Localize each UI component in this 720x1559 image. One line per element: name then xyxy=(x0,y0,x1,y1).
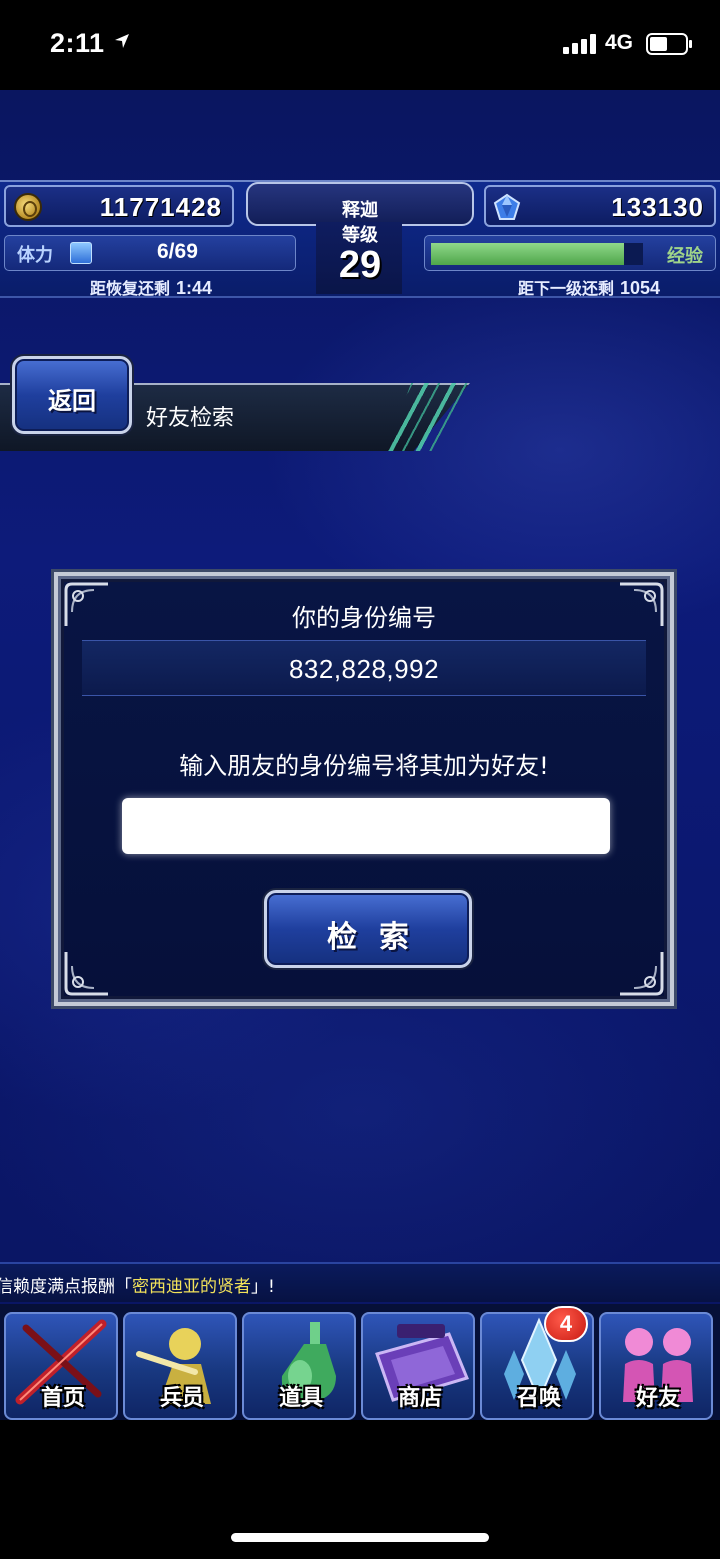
exp-label: 经验 xyxy=(667,246,703,267)
nav-item-units[interactable]: 兵员 xyxy=(123,1312,237,1420)
nav-label-home: 首页 xyxy=(40,1386,85,1411)
home-indicator[interactable] xyxy=(231,1533,489,1542)
your-id-row: 832,828,992 xyxy=(82,640,646,696)
stamina-label: 体力 xyxy=(17,245,53,266)
ticker-suffix: 」! xyxy=(251,1277,275,1297)
gem-counter: 133130 xyxy=(484,185,716,227)
friend-id-prompt: 输入朋友的身份编号将其加为好友! xyxy=(179,752,549,780)
gil-value: 11771428 xyxy=(99,192,222,222)
search-button-label: 检索 xyxy=(327,920,431,955)
lapis-gem-icon xyxy=(493,193,521,220)
corner-ornament-icon xyxy=(64,952,108,996)
back-button-label: 返回 xyxy=(48,387,96,415)
exp-next-value: 1054 xyxy=(620,278,661,298)
bottom-nav: 首页 兵员 道具 商店 召唤 好友 xyxy=(0,1304,720,1420)
nav-label-units: 兵员 xyxy=(159,1386,204,1411)
nav-item-items[interactable]: 道具 xyxy=(242,1312,356,1420)
gil-coin-icon xyxy=(14,193,42,221)
stamina-recover: 距恢复还剩 1:44 xyxy=(90,275,212,299)
gil-counter: 11771428 xyxy=(4,185,234,227)
nav-item-home[interactable]: 首页 xyxy=(4,1312,118,1420)
your-id-title: 你的身份编号 xyxy=(292,604,436,632)
your-id-value: 832,828,992 xyxy=(288,654,440,684)
player-name: 释迦 xyxy=(342,200,378,221)
news-ticker[interactable]: 信赖度满点报酬「密西迪亚的贤者」! xyxy=(0,1262,720,1302)
ticker-prefix: 信赖度满点报酬「 xyxy=(0,1277,132,1297)
exp-next-label: 距下一级还剩 xyxy=(518,279,615,298)
exp-bar: 经验 xyxy=(424,235,716,271)
location-arrow-icon xyxy=(115,34,129,48)
exp-next: 距下一级还剩 1054 xyxy=(518,275,660,299)
ticker-highlight: 密西迪亚的贤者 xyxy=(132,1277,251,1297)
top-hud: 11771428 133130 体力 6/69 距恢复还剩 1:44 释迦 等级 … xyxy=(0,178,720,300)
stamina-icon xyxy=(70,242,92,264)
nav-label-summon: 召唤 xyxy=(516,1386,561,1411)
page-title: 好友检索 xyxy=(146,406,235,431)
status-bar: 2:11 4G xyxy=(0,0,720,90)
nav-label-items: 道具 xyxy=(278,1386,323,1411)
friend-id-input[interactable] xyxy=(122,798,610,854)
nav-label-shop: 商店 xyxy=(397,1386,442,1411)
stamina-value: 6/69 xyxy=(157,240,198,263)
nav-item-friends[interactable]: 好友 xyxy=(599,1312,713,1420)
back-button[interactable]: 返回 xyxy=(12,356,132,434)
gem-value: 133130 xyxy=(611,192,704,222)
signal-icon xyxy=(563,34,596,54)
exp-track xyxy=(431,243,643,265)
battery-icon xyxy=(646,33,692,55)
nav-item-shop[interactable]: 商店 xyxy=(361,1312,475,1420)
corner-ornament-icon xyxy=(620,952,664,996)
stamina-recover-time: 1:44 xyxy=(176,278,213,298)
status-time: 2:11 xyxy=(50,28,105,58)
search-button[interactable]: 检索 xyxy=(264,890,472,968)
exp-fill xyxy=(431,243,624,265)
nav-label-friends: 好友 xyxy=(635,1386,680,1411)
network-type: 4G xyxy=(605,31,634,54)
summon-notification-badge: 4 xyxy=(544,1306,588,1342)
ticker-text: 信赖度满点报酬「密西迪亚的贤者」! xyxy=(0,1272,275,1297)
friend-search-panel: 你的身份编号 832,828,992 输入朋友的身份编号将其加为好友! 检索 xyxy=(54,572,674,1006)
stamina-recover-label: 距恢复还剩 xyxy=(90,279,171,298)
